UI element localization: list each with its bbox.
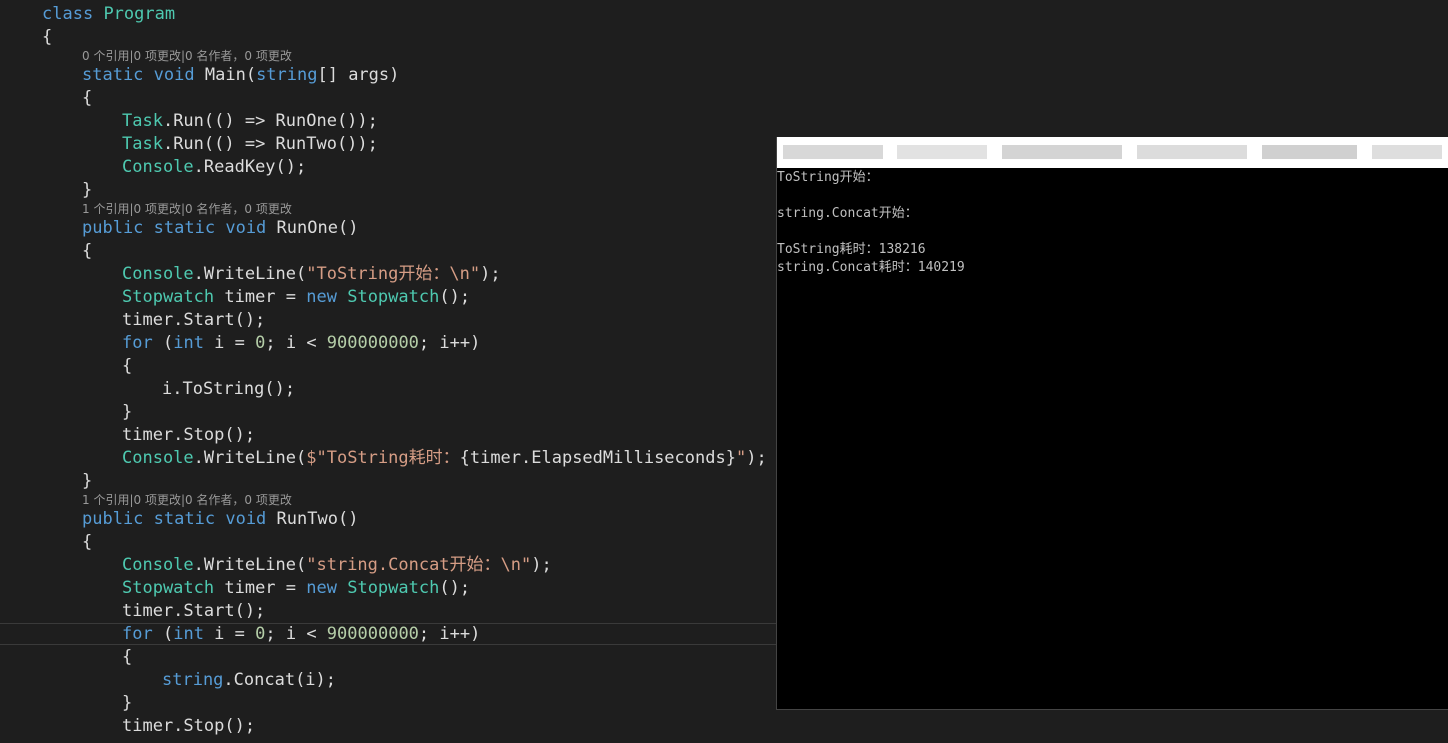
code-line-brace[interactable]: } bbox=[122, 692, 132, 715]
blurred-title bbox=[1002, 145, 1122, 159]
code-line-timer-start[interactable]: timer.Start(); bbox=[122, 309, 265, 332]
code-line-brace[interactable]: { bbox=[122, 646, 132, 669]
code-line-runone-signature[interactable]: public static void RunOne() bbox=[82, 217, 358, 240]
console-window[interactable]: ToString开始： string.Concat开始： ToString耗时：… bbox=[776, 137, 1448, 710]
console-output-line: string.Concat耗时：140219 bbox=[777, 260, 965, 275]
code-line-tostring[interactable]: i.ToString(); bbox=[162, 378, 295, 401]
console-output-line: ToString开始： bbox=[777, 170, 879, 185]
blurred-title bbox=[897, 145, 987, 159]
code-line-timer-stop[interactable]: timer.Stop(); bbox=[122, 424, 255, 447]
code-line-brace[interactable]: { bbox=[82, 531, 92, 554]
code-line-readkey[interactable]: Console.ReadKey(); bbox=[122, 156, 306, 179]
code-line-brace[interactable]: { bbox=[42, 26, 52, 49]
keyword: class bbox=[42, 4, 94, 24]
code-line-class[interactable]: class Program bbox=[42, 3, 175, 26]
code-line-stopwatch-new[interactable]: Stopwatch timer = new Stopwatch(); bbox=[122, 286, 470, 309]
codelens-runtwo[interactable]: 1 个引用|0 项更改|0 名作者，0 项更改 bbox=[82, 492, 292, 508]
blurred-title bbox=[1372, 145, 1442, 159]
code-line-concat[interactable]: string.Concat(i); bbox=[162, 669, 336, 692]
code-line-for[interactable]: for (int i = 0; i < 900000000; i++) bbox=[122, 623, 480, 646]
code-line-brace[interactable]: { bbox=[82, 87, 92, 110]
code-line-writeline-concat-start[interactable]: Console.WriteLine("string.Concat开始：\n"); bbox=[122, 554, 552, 577]
code-line-for[interactable]: for (int i = 0; i < 900000000; i++) bbox=[122, 332, 480, 355]
class-name: Program bbox=[103, 4, 176, 24]
code-line-runtwo-signature[interactable]: public static void RunTwo() bbox=[82, 508, 358, 531]
console-titlebar[interactable] bbox=[777, 137, 1448, 168]
code-line-writeline-start[interactable]: Console.WriteLine("ToString开始：\n"); bbox=[122, 263, 501, 286]
blurred-title bbox=[1137, 145, 1247, 159]
code-line-timer-start[interactable]: timer.Start(); bbox=[122, 600, 265, 623]
code-line-main-signature[interactable]: static void Main(string[] args) bbox=[82, 64, 399, 87]
codelens-runone[interactable]: 1 个引用|0 项更改|0 名作者，0 项更改 bbox=[82, 201, 292, 217]
code-line-task-run-two[interactable]: Task.Run(() => RunTwo()); bbox=[122, 133, 378, 156]
code-line-brace[interactable]: } bbox=[82, 470, 92, 493]
code-line-brace[interactable]: } bbox=[82, 179, 92, 202]
code-line-task-run-one[interactable]: Task.Run(() => RunOne()); bbox=[122, 110, 378, 133]
console-output-line: string.Concat开始： bbox=[777, 206, 918, 221]
codelens-main[interactable]: 0 个引用|0 项更改|0 名作者，0 项更改 bbox=[82, 48, 292, 64]
blurred-title bbox=[783, 145, 883, 159]
console-output-line: ToString耗时：138216 bbox=[777, 242, 926, 257]
blurred-title bbox=[1262, 145, 1357, 159]
code-line-stopwatch-new[interactable]: Stopwatch timer = new Stopwatch(); bbox=[122, 577, 470, 600]
code-line-writeline-elapsed[interactable]: Console.WriteLine($"ToString耗时：{timer.El… bbox=[122, 447, 767, 470]
code-line-brace[interactable]: { bbox=[122, 355, 132, 378]
code-line-brace[interactable]: } bbox=[122, 401, 132, 424]
code-line-brace[interactable]: { bbox=[82, 240, 92, 263]
code-line-timer-stop[interactable]: timer.Stop(); bbox=[122, 715, 255, 738]
